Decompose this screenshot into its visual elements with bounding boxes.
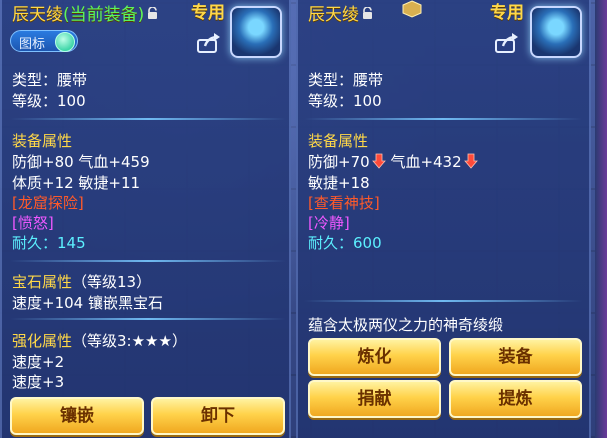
durability: 耐久：145 bbox=[12, 234, 86, 252]
attr-hp: 气血+432 bbox=[390, 153, 462, 171]
special-skill-link[interactable]: [龙窟探险] bbox=[12, 192, 84, 213]
durability: 耐久：600 bbox=[308, 234, 382, 252]
special-effect-link[interactable]: [冷静] bbox=[308, 212, 350, 233]
equipped-item-panel: 辰天绫(当前装备) 专用 图标 类型：腰带 等级：100 装备属性 防御+80 … bbox=[0, 0, 291, 438]
attr-line-2: 体质+12 敏捷+11 bbox=[12, 174, 141, 192]
icon-toggle[interactable]: 图标 bbox=[10, 30, 78, 52]
attr-def: 防御+70 bbox=[308, 153, 370, 171]
down-arrow-icon bbox=[371, 153, 386, 169]
toggle-knob bbox=[55, 32, 75, 52]
item-belt-icon[interactable] bbox=[530, 6, 582, 58]
item-name-text: 辰天绫 bbox=[308, 5, 359, 25]
share-icon[interactable] bbox=[196, 32, 222, 54]
refine-button[interactable]: 炼化 bbox=[308, 338, 441, 376]
special-effect-link[interactable]: [愤怒] bbox=[12, 212, 54, 233]
item-level: 等级：100 bbox=[308, 92, 382, 110]
gem-attr-row: 宝石属性（等级13） bbox=[12, 271, 151, 292]
gem-level: （等级13） bbox=[72, 273, 152, 291]
enhance-attr-header: 强化属性 bbox=[12, 332, 73, 350]
lock-icon[interactable] bbox=[147, 7, 158, 19]
attr-line-1: 防御+70 气血+432 bbox=[308, 151, 478, 172]
unequip-button[interactable]: 卸下 bbox=[151, 397, 285, 435]
enhance-attr-row: 强化属性（等级3:★★★） bbox=[12, 330, 187, 351]
enhance-line-1: 速度+2 bbox=[12, 353, 65, 371]
special-skill-link[interactable]: [查看神技] bbox=[308, 192, 380, 213]
item-belt-icon[interactable] bbox=[230, 6, 282, 58]
equip-attr-header: 装备属性 bbox=[308, 132, 369, 150]
item-name: 辰天绫 bbox=[308, 0, 373, 25]
down-arrow-icon bbox=[463, 153, 478, 169]
lock-icon[interactable] bbox=[362, 7, 373, 19]
tier-badge-icon bbox=[402, 0, 422, 18]
icon-toggle-label: 图标 bbox=[19, 37, 46, 52]
equipped-status: (当前装备) bbox=[63, 5, 145, 25]
divider bbox=[10, 260, 286, 262]
divider bbox=[10, 118, 286, 120]
equip-button[interactable]: 装备 bbox=[449, 338, 582, 376]
item-type: 类型：腰带 bbox=[12, 71, 88, 89]
exclusive-tag: 专用 bbox=[191, 3, 225, 23]
divider bbox=[304, 300, 582, 302]
item-description: 蕴含太极两仪之力的神奇绫缎 bbox=[308, 316, 504, 334]
side-edge-decoration bbox=[595, 0, 607, 438]
extract-button[interactable]: 提炼 bbox=[449, 380, 582, 418]
exclusive-tag: 专用 bbox=[490, 3, 524, 23]
item-name-text: 辰天绫 bbox=[12, 5, 63, 25]
gem-attr-header: 宝石属性 bbox=[12, 273, 73, 291]
item-type: 类型：腰带 bbox=[308, 71, 384, 89]
share-icon[interactable] bbox=[494, 32, 520, 54]
donate-button[interactable]: 捐献 bbox=[308, 380, 441, 418]
gem-line: 速度+104 镶嵌黑宝石 bbox=[12, 294, 163, 312]
equip-attr-header: 装备属性 bbox=[12, 132, 73, 150]
attr-line-1: 防御+80 气血+459 bbox=[12, 153, 150, 171]
divider bbox=[304, 118, 582, 120]
inlay-button[interactable]: 镶嵌 bbox=[10, 397, 144, 435]
enhance-line-2: 速度+3 bbox=[12, 373, 65, 391]
divider bbox=[10, 318, 286, 320]
item-level: 等级：100 bbox=[12, 92, 86, 110]
attr-line-2: 敏捷+18 bbox=[308, 174, 370, 192]
item-name: 辰天绫(当前装备) bbox=[12, 0, 158, 25]
enhance-level: （等级3:★★★） bbox=[72, 332, 187, 350]
